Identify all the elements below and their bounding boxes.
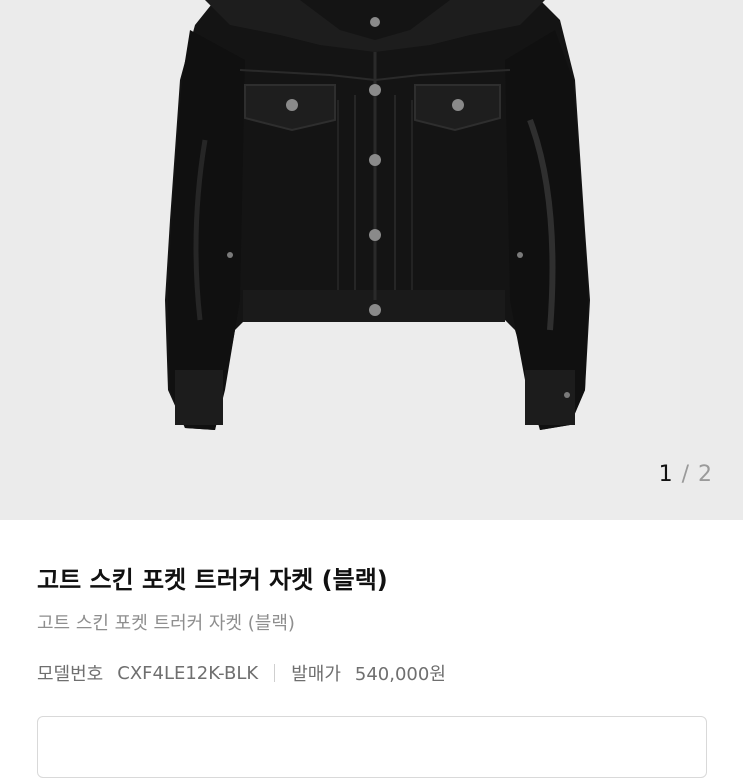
product-image-gallery[interactable]: 1 / 2 xyxy=(0,0,743,520)
product-subtitle: 고트 스킨 포켓 트러커 자켓 (블랙) xyxy=(37,613,295,634)
model-number-label: 모델번호 xyxy=(37,664,104,685)
product-title: 고트 스킨 포켓 트러커 자켓 (블랙) xyxy=(37,566,388,594)
pager-current: 1 xyxy=(658,462,674,487)
release-price-label: 발매가 xyxy=(291,664,341,685)
pager-total: 2 xyxy=(698,462,713,487)
model-number-value: CXF4LE12K-BLK xyxy=(117,662,259,684)
pager-separator: / xyxy=(681,462,690,487)
product-specs: 모델번호 CXF4LE12K-BLK 발매가 540,000원 xyxy=(37,660,446,686)
spec-divider xyxy=(274,664,276,682)
size-select-box[interactable] xyxy=(37,716,707,778)
image-pager: 1 / 2 xyxy=(659,462,713,487)
leather-jacket-photo xyxy=(60,0,680,520)
release-price-value: 540,000원 xyxy=(354,664,446,685)
